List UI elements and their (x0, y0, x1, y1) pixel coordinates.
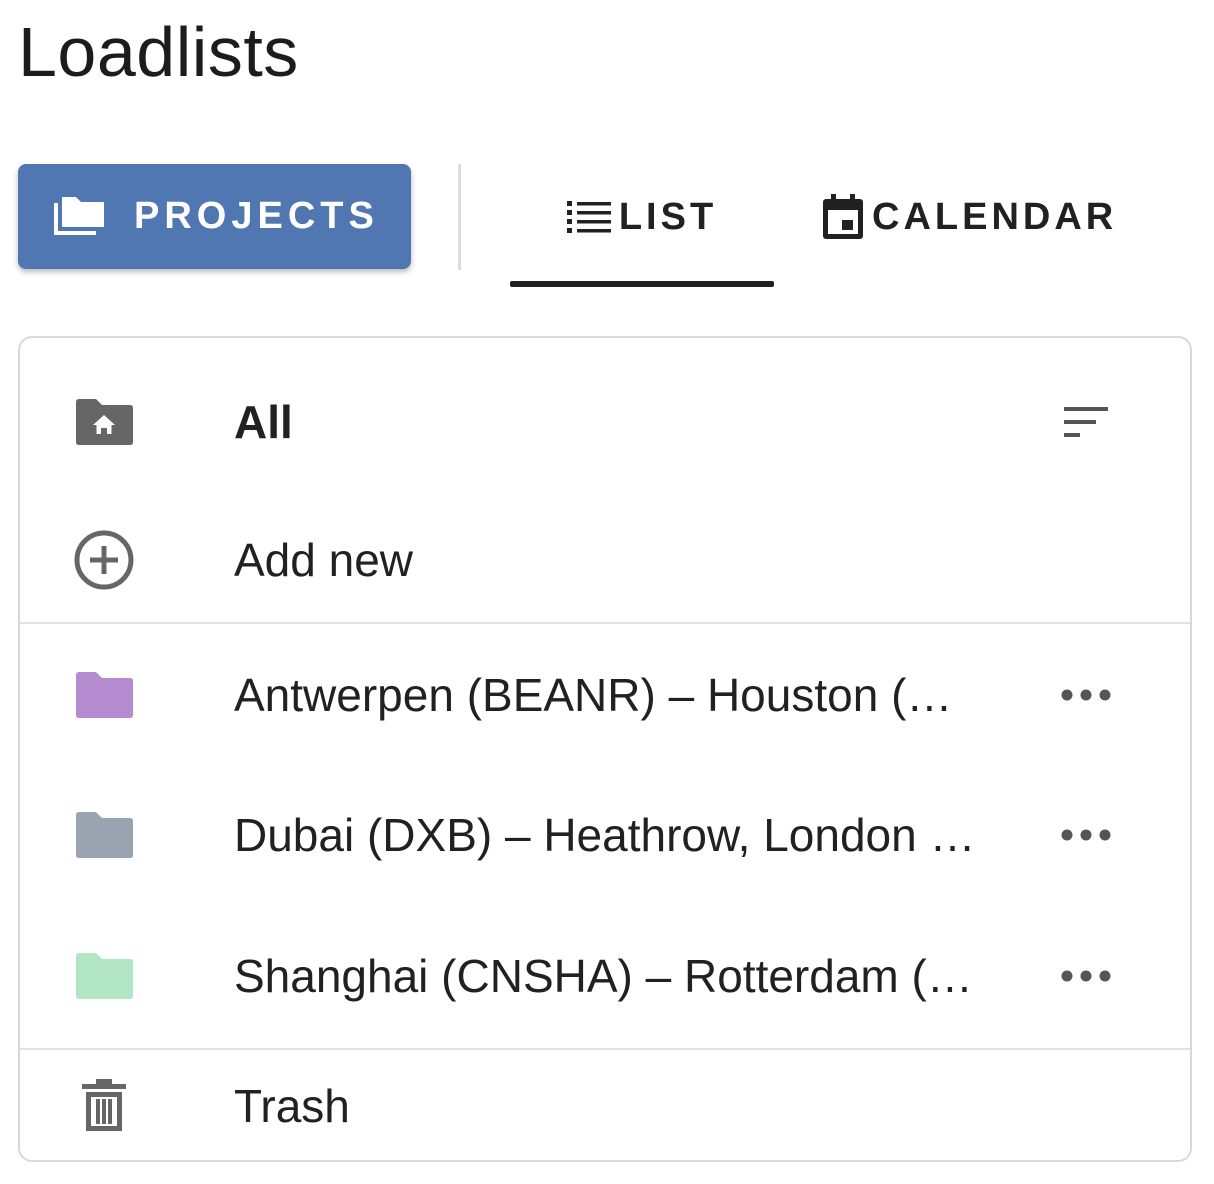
folder-icon (72, 944, 136, 1008)
folder-home-icon (72, 390, 136, 454)
tab-calendar[interactable]: CALENDAR (822, 164, 1122, 270)
list-item-project[interactable]: Antwerpen (BEANR) – Houston (… (20, 628, 1190, 762)
project-name: Shanghai (CNSHA) – Rotterdam (… (234, 950, 973, 1002)
projects-button[interactable]: PROJECTS (18, 164, 411, 269)
page-title: Loadlists (18, 13, 299, 91)
loadlists-page: Loadlists PROJECTS LIST CALENDAR All Add… (0, 0, 1214, 1184)
add-circle-icon (72, 528, 136, 592)
active-tab-indicator (510, 281, 774, 287)
tab-calendar-label: CALENDAR (872, 195, 1118, 238)
list-item-label: All (234, 396, 293, 448)
tab-list[interactable]: LIST (510, 164, 774, 270)
list-item-project[interactable]: Dubai (DXB) – Heathrow, London … (20, 768, 1190, 902)
sort-icon[interactable] (1056, 392, 1116, 452)
divider (20, 622, 1190, 624)
more-horiz-icon[interactable] (1056, 805, 1116, 865)
trash-button[interactable]: Trash (20, 1050, 1190, 1160)
folder-icon (72, 663, 136, 727)
calendar-icon (822, 194, 864, 240)
list-icon (566, 199, 611, 235)
projects-button-label: PROJECTS (134, 195, 379, 237)
more-horiz-icon[interactable] (1056, 946, 1116, 1006)
add-new-label: Add new (234, 534, 414, 586)
tab-list-label: LIST (618, 195, 718, 238)
folder-copy-icon (52, 195, 106, 239)
project-name: Dubai (DXB) – Heathrow, London … (234, 809, 976, 861)
add-new-button[interactable]: Add new (20, 498, 1190, 622)
list-item-all[interactable]: All (20, 356, 1190, 488)
project-name: Antwerpen (BEANR) – Houston (… (234, 669, 953, 721)
list-item-project[interactable]: Shanghai (CNSHA) – Rotterdam (… (20, 909, 1190, 1043)
trash-icon (72, 1074, 136, 1138)
more-horiz-icon[interactable] (1056, 665, 1116, 725)
project-list-panel: All Add new Antwerpen (BEANR) – Houston … (18, 336, 1192, 1162)
toolbar-divider (458, 164, 461, 270)
trash-label: Trash (234, 1080, 350, 1132)
folder-icon (72, 803, 136, 867)
